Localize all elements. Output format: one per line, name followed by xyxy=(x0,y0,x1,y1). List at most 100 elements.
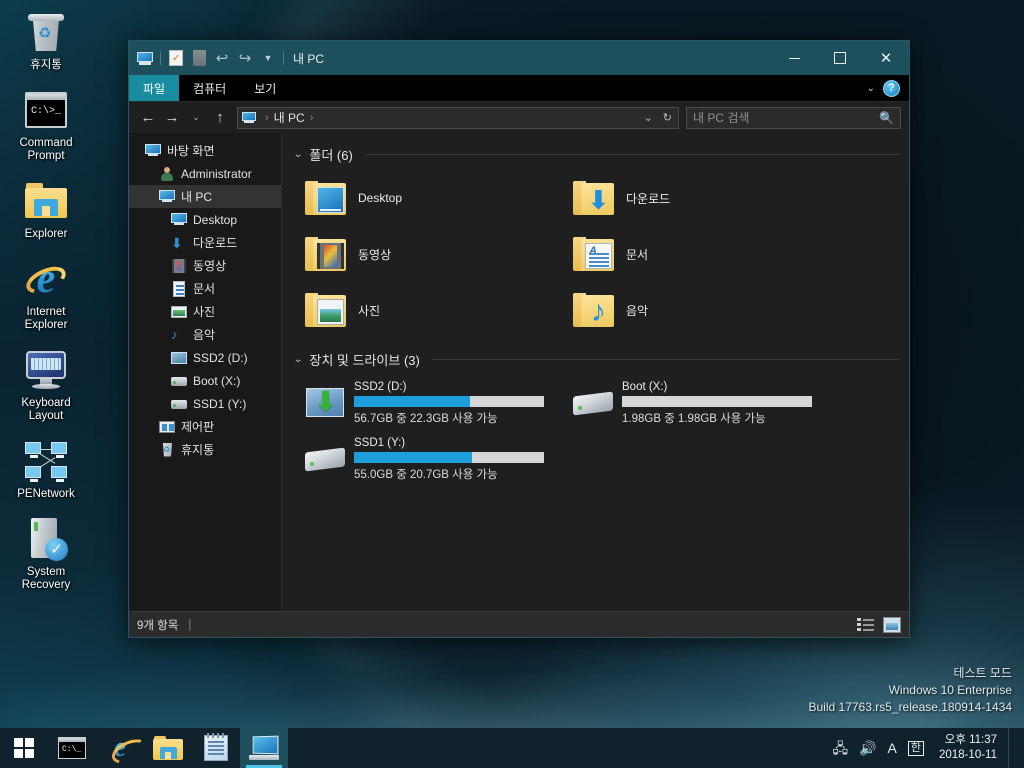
close-button[interactable]: ✕ xyxy=(863,41,909,75)
desktop-icon-internet-explorer[interactable]: e Internet Explorer xyxy=(4,255,88,332)
drive-tile-ssd1-y[interactable]: SSD1 (Y:) 55.0GB 중 20.7GB 사용 가능 xyxy=(298,431,566,487)
address-bar[interactable]: › 내 PC › ⌄ ↻ xyxy=(237,106,679,129)
sidebar-item-ssd1-y[interactable]: SSD1 (Y:) xyxy=(129,392,281,415)
drive-usage-bar xyxy=(354,451,544,463)
folder-music-icon: ♪ xyxy=(572,291,616,329)
folder-tile-videos[interactable]: 동영상 xyxy=(298,226,566,282)
details-view-icon[interactable] xyxy=(857,617,875,633)
tab-view[interactable]: 보기 xyxy=(240,75,290,101)
drive-icon xyxy=(304,440,346,478)
sidebar-item-documents[interactable]: 문서 xyxy=(129,277,281,300)
desktop-icon-explorer[interactable]: Explorer xyxy=(4,177,88,241)
sidebar-item-control-panel[interactable]: 제어판 xyxy=(129,415,281,438)
sidebar-item-ssd2-d[interactable]: SSD2 (D:) xyxy=(129,346,281,369)
address-bar-row: ← → ⌄ ↑ › 내 PC › ⌄ ↻ 내 PC 검색 🔍 xyxy=(129,102,909,133)
refresh-icon[interactable]: ↻ xyxy=(659,111,676,124)
desktop-icon-list: ♻ 휴지통 C:\>_ Command Prompt Explorer e In… xyxy=(0,8,96,606)
taskbar-item-notepad[interactable] xyxy=(192,728,240,768)
sidebar-item-boot-x[interactable]: Boot (X:) xyxy=(129,369,281,392)
ribbon-tab-bar: 파일 컴퓨터 보기 ⌄ ? xyxy=(129,75,909,102)
sidebar-item-pictures[interactable]: 사진 xyxy=(129,300,281,323)
maximize-button[interactable] xyxy=(817,41,863,75)
breadcrumb-item[interactable]: 내 PC xyxy=(274,109,305,126)
folder-tile-music[interactable]: ♪ 음악 xyxy=(566,282,834,338)
group-header-folders[interactable]: ⌄ 폴더 (6) xyxy=(293,145,899,164)
sidebar-item-label: 다운로드 xyxy=(193,236,238,250)
desktop-icon-system-recovery[interactable]: ✓ System Recovery xyxy=(4,515,88,592)
system-recovery-icon: ✓ xyxy=(22,515,70,563)
folder-tile-downloads[interactable]: ⬇ 다운로드 xyxy=(566,170,834,226)
properties-icon[interactable] xyxy=(165,47,187,69)
windows-drive-icon xyxy=(171,350,187,366)
volume-icon[interactable]: 🔊 xyxy=(859,741,876,755)
sidebar-item-desktop-root[interactable]: 바탕 화면 xyxy=(129,139,281,162)
large-icons-view-icon[interactable] xyxy=(883,616,901,633)
search-icon[interactable]: 🔍 xyxy=(879,111,894,125)
sidebar-item-administrator[interactable]: Administrator xyxy=(129,162,281,185)
folder-tile-pictures[interactable]: 사진 xyxy=(298,282,566,338)
sidebar-item-downloads[interactable]: ⬇ 다운로드 xyxy=(129,231,281,254)
drive-info: SSD1 (Y:) 55.0GB 중 20.7GB 사용 가능 xyxy=(354,437,566,482)
drive-tile-boot-x[interactable]: Boot (X:) 1.98GB 중 1.98GB 사용 가능 xyxy=(566,375,834,431)
group-divider xyxy=(365,154,899,155)
up-button[interactable]: ↑ xyxy=(209,107,231,129)
search-input[interactable]: 내 PC 검색 🔍 xyxy=(686,106,901,129)
this-pc-icon[interactable] xyxy=(134,47,156,69)
new-folder-icon[interactable] xyxy=(188,47,210,69)
desktop-icon-recycle-bin[interactable]: ♻ 휴지통 xyxy=(4,8,88,72)
chevron-down-icon[interactable]: ⌄ xyxy=(867,83,875,94)
desktop-icon-penetwork[interactable]: PENetwork xyxy=(4,437,88,501)
sidebar-item-desktop[interactable]: Desktop xyxy=(129,208,281,231)
sidebar-item-label: Administrator xyxy=(181,166,252,181)
address-dropdown-icon[interactable]: ⌄ xyxy=(640,111,657,124)
file-explorer-window: ↩ ↪ ▼ 내 PC ✕ 파일 컴퓨터 보기 ⌄ ? ← → ⌄ ↑ › 내 P… xyxy=(128,40,910,638)
quick-access-toolbar: ↩ ↪ ▼ xyxy=(129,47,287,69)
taskbar-item-this-pc-window[interactable] xyxy=(240,728,288,768)
breadcrumb-separator[interactable]: › xyxy=(310,112,314,124)
help-button[interactable]: ? xyxy=(883,79,900,97)
sidebar-item-videos[interactable]: 동영상 xyxy=(129,254,281,277)
start-button[interactable] xyxy=(0,728,48,768)
back-button[interactable]: ← xyxy=(137,107,159,129)
undo-icon[interactable]: ↩ xyxy=(211,47,233,69)
item-label: 다운로드 xyxy=(626,191,671,206)
drive-usage-bar xyxy=(622,395,812,407)
windows-drive-icon: ⬇ xyxy=(304,384,346,422)
forward-button[interactable]: → xyxy=(161,107,183,129)
customize-dropdown-icon[interactable]: ▼ xyxy=(257,47,279,69)
recent-locations-button[interactable]: ⌄ xyxy=(185,107,207,129)
drive-tile-ssd2-d[interactable]: ⬇ SSD2 (D:) 56.7GB 중 22.3GB 사용 가능 xyxy=(298,375,566,431)
taskbar-item-internet-explorer[interactable]: e xyxy=(96,728,144,768)
sidebar-item-this-pc[interactable]: 내 PC xyxy=(129,185,281,208)
tab-computer[interactable]: 컴퓨터 xyxy=(179,75,240,101)
chevron-down-icon[interactable]: ⌄ xyxy=(293,354,303,365)
folder-tile-desktop[interactable]: Desktop xyxy=(298,170,566,226)
toolbar-divider xyxy=(283,51,284,65)
ime-mode-icon[interactable]: A xyxy=(888,741,897,755)
chevron-down-icon[interactable]: ⌄ xyxy=(293,149,303,160)
title-bar[interactable]: ↩ ↪ ▼ 내 PC ✕ xyxy=(129,41,909,75)
drive-usage-bar xyxy=(354,395,544,407)
sidebar-item-label: 바탕 화면 xyxy=(167,144,215,158)
sidebar-item-label: SSD2 (D:) xyxy=(193,350,248,365)
clock[interactable]: 오후 11:37 2018-10-11 xyxy=(939,733,997,763)
sidebar-item-recycle-bin[interactable]: 휴지통 xyxy=(129,438,281,461)
minimize-button[interactable] xyxy=(771,41,817,75)
taskbar-item-command-prompt[interactable]: C:\_ xyxy=(48,728,96,768)
item-label: 동영상 xyxy=(358,247,392,262)
folder-tile-documents[interactable]: A 문서 xyxy=(566,226,834,282)
item-label: Desktop xyxy=(358,191,403,205)
address-bar-actions: ⌄ ↻ xyxy=(640,111,676,124)
sidebar-item-music[interactable]: ♪ 음악 xyxy=(129,323,281,346)
desktop-icon-keyboard-layout[interactable]: Keyboard Layout xyxy=(4,346,88,423)
ime-korean-icon[interactable]: 한 xyxy=(907,740,925,756)
redo-icon[interactable]: ↪ xyxy=(234,47,256,69)
taskbar-item-file-explorer[interactable] xyxy=(144,728,192,768)
group-header-drives[interactable]: ⌄ 장치 및 드라이브 (3) xyxy=(293,350,899,369)
desktop-icon-command-prompt[interactable]: C:\>_ Command Prompt xyxy=(4,86,88,163)
videos-icon xyxy=(171,258,187,274)
folder-pictures-icon xyxy=(304,291,348,329)
show-desktop-button[interactable] xyxy=(1008,728,1014,768)
network-icon[interactable]: 🖧 xyxy=(832,741,848,755)
tab-file[interactable]: 파일 xyxy=(129,75,180,101)
